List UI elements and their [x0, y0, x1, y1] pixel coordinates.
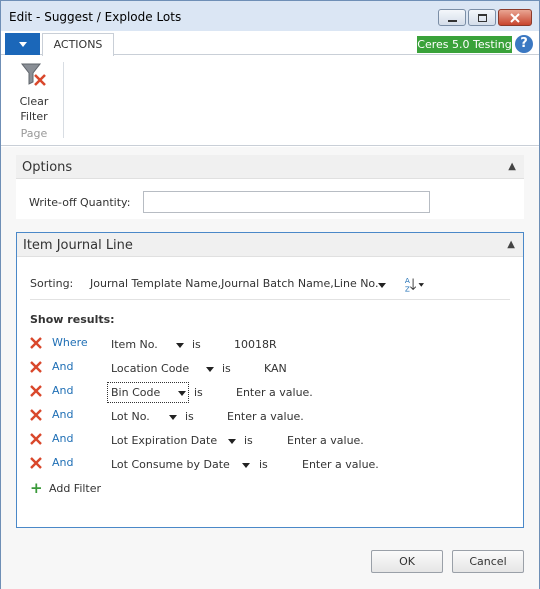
filter-condition: is [222, 362, 231, 375]
chevron-up-icon[interactable]: ▲ [508, 161, 516, 172]
clear-filter-label-line1: Clear [19, 95, 49, 108]
maximize-button[interactable] [468, 9, 496, 26]
sorting-label: Sorting: [30, 277, 74, 290]
maximize-icon [477, 13, 487, 22]
minimize-icon [447, 19, 457, 22]
sorting-select[interactable]: Journal Template Name,Journal Batch Name… [90, 277, 378, 290]
content-area: Options ▲ Write-off Quantity: Item Journ… [1, 147, 539, 589]
filter-operator[interactable]: And [52, 360, 73, 373]
close-icon [510, 12, 520, 23]
divider [30, 299, 510, 300]
options-header[interactable]: Options ▲ [16, 155, 524, 179]
sorting-row: Sorting: Journal Template Name,Journal B… [30, 275, 510, 295]
title-bar: Edit - Suggest / Explode Lots [1, 1, 539, 31]
ok-button[interactable]: OK [371, 550, 443, 573]
filter-value-input[interactable]: Enter a value. [287, 434, 364, 447]
options-title: Options [22, 160, 73, 175]
filter-row: And Lot Consume by Date is Enter a value… [30, 455, 510, 475]
chevron-down-icon[interactable] [178, 391, 186, 396]
filter-operator[interactable]: Where [52, 336, 88, 349]
clear-filter-icon [20, 63, 46, 86]
filter-field-select[interactable]: Lot No. [111, 410, 150, 423]
filter-field-select[interactable]: Lot Expiration Date [111, 434, 217, 447]
filter-field-select[interactable]: Bin Code [111, 386, 160, 399]
filter-operator[interactable]: And [52, 456, 73, 469]
filter-condition: is [244, 434, 253, 447]
window-title: Edit - Suggest / Explode Lots [9, 10, 182, 24]
dialog-window: Edit - Suggest / Explode Lots ACTIONS Ce… [0, 0, 540, 589]
remove-filter-icon[interactable] [30, 361, 42, 373]
clear-filter-label-line2: Filter [20, 110, 48, 123]
filter-operator[interactable]: And [52, 384, 73, 397]
environment-badge: Ceres 5.0 Testing [417, 36, 512, 53]
tab-actions[interactable]: ACTIONS [42, 33, 114, 56]
remove-filter-icon[interactable] [30, 433, 42, 445]
filter-condition: is [194, 386, 203, 399]
filter-row: And Lot Expiration Date is Enter a value… [30, 431, 510, 451]
add-filter-button[interactable]: + Add Filter [30, 479, 130, 497]
chevron-down-icon [18, 41, 27, 47]
options-body: Write-off Quantity: [16, 179, 524, 219]
filter-value-input[interactable]: 10018R [234, 338, 277, 351]
chevron-down-icon[interactable] [228, 439, 236, 444]
close-button[interactable] [498, 9, 532, 26]
ribbon-group-label: Page [20, 127, 48, 140]
add-filter-label: Add Filter [49, 482, 102, 495]
svg-text:Z: Z [405, 284, 410, 293]
filter-operator[interactable]: And [52, 408, 73, 421]
filter-condition: is [192, 338, 201, 351]
chevron-down-icon[interactable] [242, 463, 250, 468]
show-results-label: Show results: [30, 313, 115, 326]
write-off-quantity-label: Write-off Quantity: [29, 196, 131, 209]
item-journal-line-title: Item Journal Line [23, 238, 133, 253]
remove-filter-icon[interactable] [30, 457, 42, 469]
filter-operator[interactable]: And [52, 432, 73, 445]
write-off-quantity-input[interactable] [143, 191, 430, 213]
filter-row: And Location Code is KAN [30, 359, 510, 379]
filter-condition: is [185, 410, 194, 423]
chevron-up-icon[interactable]: ▲ [507, 239, 515, 250]
filter-value-input[interactable]: Enter a value. [302, 458, 379, 471]
app-menu-button[interactable] [5, 33, 40, 55]
chevron-down-icon[interactable] [378, 283, 386, 288]
ribbon-divider [63, 62, 64, 138]
ribbon: Clear Filter Page [1, 56, 539, 146]
chevron-down-icon[interactable] [176, 343, 184, 348]
filter-row: Where Item No. is 10018R [30, 335, 510, 355]
help-icon[interactable]: ? [515, 35, 533, 53]
chevron-down-icon[interactable] [169, 415, 177, 420]
filter-row: And Bin Code is Enter a value. [30, 382, 510, 403]
item-journal-line-header[interactable]: Item Journal Line ▲ [17, 233, 523, 257]
clear-filter-button[interactable]: Clear Filter [9, 60, 59, 126]
ribbon-tabs: ACTIONS Ceres 5.0 Testing ? [1, 31, 539, 56]
plus-icon: + [30, 479, 43, 497]
sort-ascending-icon[interactable]: A Z [404, 275, 424, 293]
filter-value-input[interactable]: Enter a value. [236, 386, 313, 399]
chevron-down-icon[interactable] [206, 367, 214, 372]
filter-field-select[interactable]: Location Code [111, 362, 189, 375]
remove-filter-icon[interactable] [30, 409, 42, 421]
minimize-button[interactable] [438, 9, 466, 26]
filter-value-input[interactable]: KAN [264, 362, 287, 375]
filter-value-input[interactable]: Enter a value. [227, 410, 304, 423]
remove-filter-icon[interactable] [30, 385, 42, 397]
item-journal-line-section: Item Journal Line ▲ Sorting: Journal Tem… [16, 232, 524, 528]
filter-row: And Lot No. is Enter a value. [30, 407, 510, 427]
filter-condition: is [259, 458, 268, 471]
filter-field-select[interactable]: Item No. [111, 338, 158, 351]
cancel-button[interactable]: Cancel [452, 550, 524, 573]
remove-filter-icon[interactable] [30, 337, 42, 349]
filter-field-select[interactable]: Lot Consume by Date [111, 458, 230, 471]
